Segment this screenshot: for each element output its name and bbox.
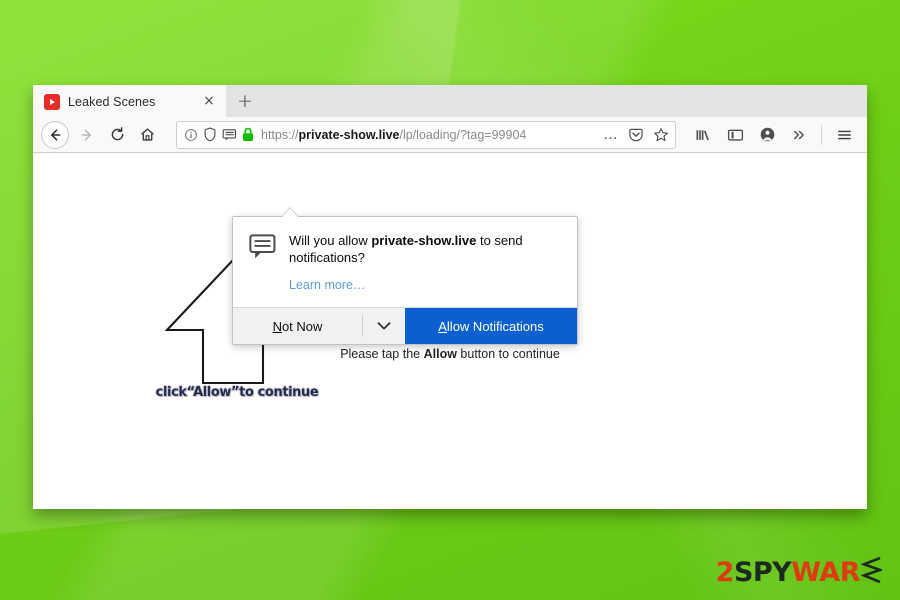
speech-bubble-icon [249, 234, 276, 294]
loader-bold: Allow [423, 347, 457, 361]
save-to-pocket-icon[interactable] [628, 127, 644, 143]
navigation-toolbar: https://private-show.live/lp/loading/?ta… [33, 117, 867, 153]
url-host: private-show.live [298, 127, 400, 142]
popup-message-host: private-show.live [371, 233, 477, 248]
allow-rest: llow Notifications [446, 318, 544, 334]
tab-title: Leaked Scenes [68, 95, 156, 109]
youtube-play-icon [44, 94, 60, 110]
padlock-icon[interactable] [242, 127, 254, 142]
not-now-accesskey: N [272, 318, 282, 334]
close-icon[interactable]: × [200, 93, 218, 111]
info-icon[interactable] [184, 128, 198, 142]
not-now-rest: ot Now [281, 318, 323, 334]
chevron-down-icon[interactable] [363, 308, 405, 344]
back-arrow-icon[interactable] [41, 120, 69, 149]
bookmark-star-icon[interactable] [653, 127, 669, 143]
toolbar-right-icons [688, 120, 859, 150]
address-bar[interactable]: https://private-show.live/lp/loading/?ta… [176, 120, 676, 149]
browser-window: Leaked Scenes × + https://private-show.l… [33, 85, 867, 509]
watermark-war: WAR [791, 557, 860, 588]
loader-text: Please tap the Allow button to continue [33, 347, 867, 361]
account-icon[interactable] [752, 120, 782, 150]
popup-message: Will you allow private-show.live to send… [289, 232, 561, 266]
popup-message-prefix: Will you allow [289, 233, 372, 248]
popup-footer: Not Now Allow Notifications [233, 307, 577, 344]
loader-prefix: Please tap the [340, 347, 424, 361]
url-path: /lp/loading/?tag=99904 [399, 127, 527, 142]
page-content: click“Allow”to continue Please tap the A… [33, 153, 867, 508]
new-tab-button[interactable]: + [230, 86, 260, 116]
tab-strip: Leaked Scenes × + [33, 85, 867, 117]
allow-accesskey: A [438, 318, 447, 334]
allow-notifications-button[interactable]: Allow Notifications [405, 308, 577, 344]
sidebar-icon[interactable] [720, 120, 750, 150]
page-actions-icon[interactable]: … [603, 127, 619, 142]
reload-arrow-icon[interactable] [102, 120, 132, 150]
library-icon[interactable] [688, 120, 718, 150]
popup-texts: Will you allow private-show.live to send… [289, 232, 561, 294]
watermark-spy: SPY [733, 557, 792, 588]
notification-permission-popup: Will you allow private-show.live to send… [232, 216, 578, 345]
learn-more-link[interactable]: Learn more… [289, 278, 365, 292]
url-scheme: https:// [261, 127, 299, 142]
toolbar-divider [821, 124, 822, 145]
forward-arrow-icon [72, 120, 102, 150]
arrow-caption: click“Allow”to continue [155, 385, 319, 400]
2spyware-watermark: 2 SPY WAR [715, 556, 884, 588]
notification-permission-icon[interactable] [222, 128, 237, 142]
popup-body: Will you allow private-show.live to send… [233, 217, 577, 307]
watermark-2: 2 [715, 557, 735, 588]
browser-tab[interactable]: Leaked Scenes × [33, 85, 226, 117]
address-bar-url: https://private-show.live/lp/loading/?ta… [261, 128, 595, 142]
loader-suffix: button to continue [456, 347, 560, 361]
menu-icon[interactable] [829, 120, 859, 150]
home-icon[interactable] [132, 120, 162, 150]
watermark-e-glyph [860, 556, 884, 588]
not-now-button[interactable]: Not Now [233, 308, 362, 344]
overflow-icon[interactable] [784, 120, 814, 150]
shield-icon[interactable] [203, 127, 217, 142]
